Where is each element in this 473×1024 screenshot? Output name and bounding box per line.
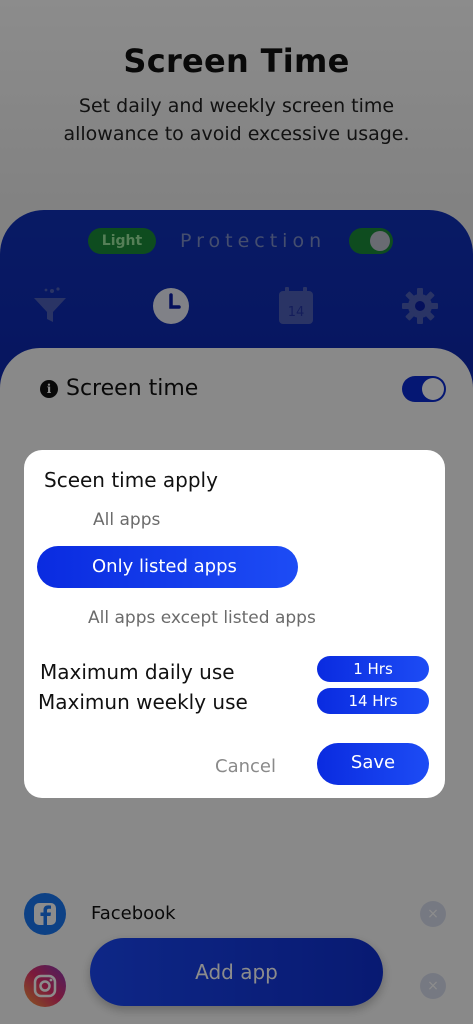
daily-limit-value[interactable]: 1 Hrs [317,656,429,682]
weekly-limit-label: Maximun weekly use [38,690,248,714]
weekly-limit-value[interactable]: 14 Hrs [317,688,429,714]
option-all-apps[interactable]: All apps [93,510,160,530]
option-all-except-listed[interactable]: All apps except listed apps [88,608,316,628]
option-only-listed-apps[interactable]: Only listed apps [37,546,298,588]
cancel-button[interactable]: Cancel [215,756,276,777]
screen-time-dialog: Sceen time apply All apps Only listed ap… [24,450,445,798]
dialog-title: Sceen time apply [44,468,218,492]
daily-limit-label: Maximum daily use [40,660,235,684]
save-button[interactable]: Save [317,743,429,785]
